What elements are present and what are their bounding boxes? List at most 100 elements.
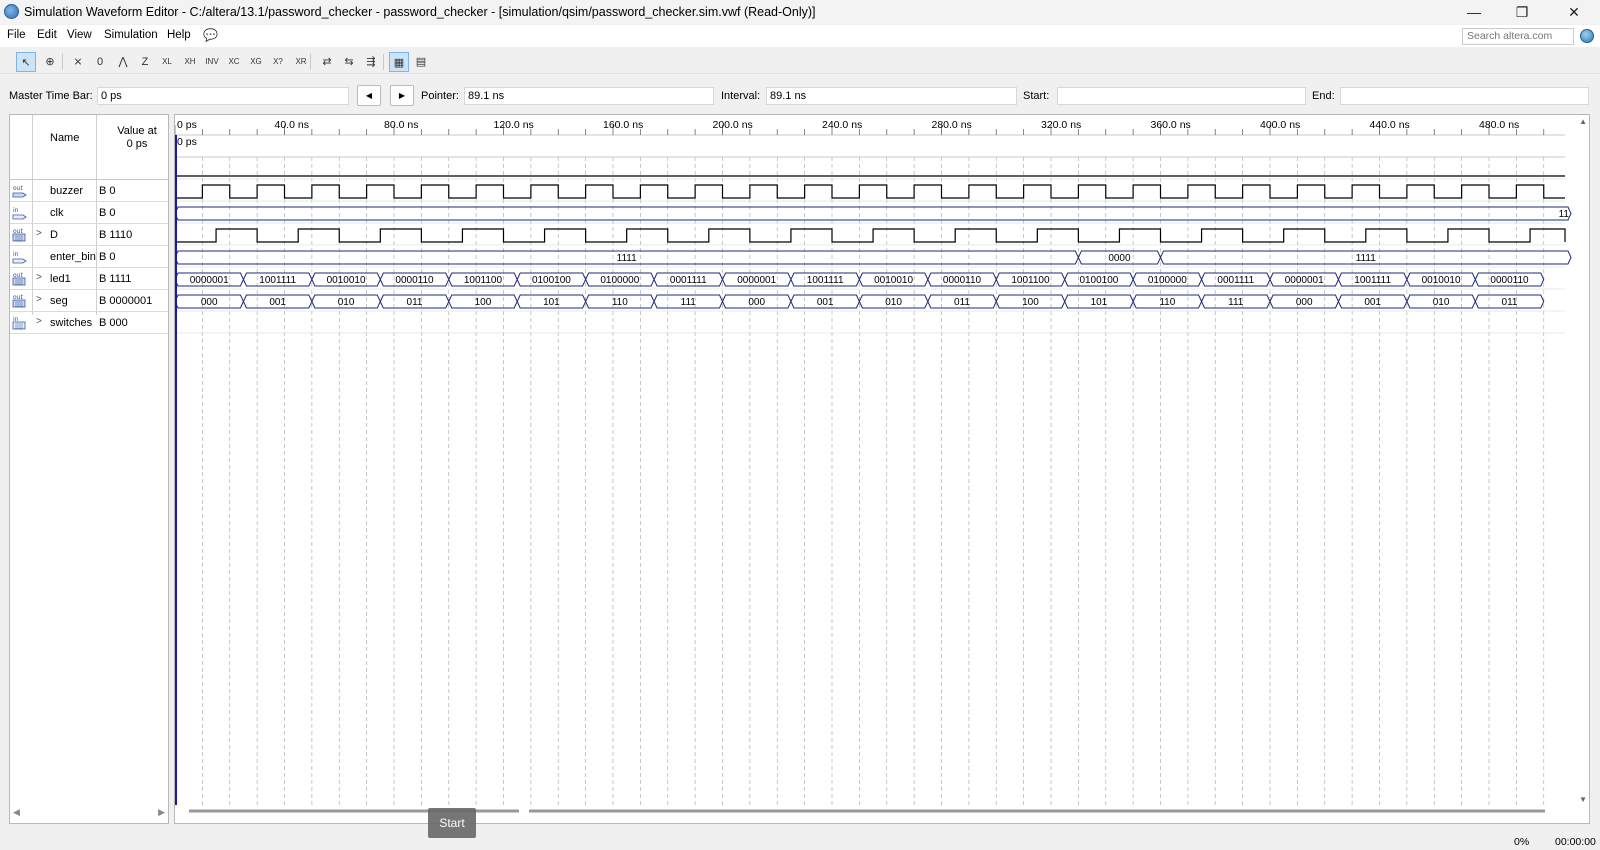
menu-file[interactable]: File — [7, 29, 26, 41]
waveform-panel[interactable]: 0 ps 40.0 ns 80.0 ns 120.0 ns 160.0 ns 200.0 … — [174, 114, 1590, 824]
signal-name: enter_bin — [50, 251, 96, 263]
seg-bus-value-label: 1001100 — [1011, 275, 1050, 286]
window-title: Simulation Waveform Editor - C:/altera/1… — [24, 5, 816, 19]
scroll-right-icon[interactable]: ▶ — [158, 807, 165, 818]
seg-bus-value-label: 0010010 — [327, 275, 366, 286]
signal-row-enter-bin[interactable]: in enter_bin B 0 — [10, 246, 168, 268]
signal-list-header: Name Value at 0 ps — [10, 115, 168, 180]
expand-chevron-icon[interactable]: > — [36, 272, 42, 283]
time-tick-label: 400.0 ns — [1260, 119, 1300, 131]
help-bubble-icon[interactable]: 💬 — [203, 28, 218, 42]
search-input[interactable]: Search altera.com — [1462, 28, 1574, 45]
value-header-line1: Value at — [117, 125, 157, 137]
clk-waveform — [175, 184, 1565, 199]
random-value-icon[interactable]: X? — [268, 52, 288, 72]
time-tick-label: 160.0 ns — [603, 119, 643, 131]
signal-row-switches[interactable]: in > switches B 000 — [10, 312, 168, 334]
group-icon[interactable]: ▤ — [411, 52, 431, 72]
toolbar-separator — [310, 54, 311, 70]
weak-high-icon[interactable]: XH — [180, 52, 200, 72]
restore-button[interactable]: ❐ — [1498, 0, 1546, 24]
signal-value: B 1110 — [99, 229, 133, 241]
weak-low-icon[interactable]: XL — [157, 52, 177, 72]
previous-transition-button[interactable]: ◀ — [357, 85, 381, 106]
invert-icon[interactable]: INV — [202, 52, 222, 72]
signal-value: B 0 — [99, 185, 116, 197]
expand-chevron-icon[interactable]: > — [36, 294, 42, 305]
master-time-bar-label: Master Time Bar: — [9, 90, 93, 102]
led1-bus-value-label: 1111 — [1356, 253, 1376, 264]
pointer-field: 89.1 ns — [464, 87, 714, 105]
enter-bin-waveform — [175, 228, 1566, 243]
start-label: Start: — [1023, 90, 1050, 102]
switches-bus-value-label: 110 — [612, 297, 628, 308]
signal-name: buzzer — [50, 185, 84, 197]
menu-edit[interactable]: Edit — [37, 29, 57, 41]
switches-bus-value-label: 001 — [269, 297, 286, 308]
seg-bus-value-label: 1001111 — [807, 275, 844, 286]
scroll-down-icon[interactable]: ▼ — [1579, 795, 1587, 804]
signal-row-clk[interactable]: in clk B 0 — [10, 202, 168, 224]
minimize-button[interactable]: — — [1450, 0, 1498, 24]
grid-icon[interactable]: ▦ — [389, 52, 409, 72]
toolbar-separator — [62, 54, 63, 70]
seg-bus-value-label: 0100100 — [1079, 275, 1118, 286]
waveform-canvas[interactable]: 0 ps 40.0 ns 80.0 ns 120.0 ns 160.0 ns 200.0 … — [175, 115, 1590, 824]
close-button[interactable]: ✕ — [1550, 0, 1598, 24]
time-bar: Master Time Bar: 0 ps ◀ ▶ Pointer: 89.1 … — [0, 84, 1600, 108]
seg-bus-value-label: 0000001 — [1285, 275, 1324, 286]
signal-value: B 0 — [99, 251, 116, 263]
switches-bus-value-label: 100 — [1022, 297, 1039, 308]
seg-bus-value-label: 0000110 — [943, 275, 982, 286]
signal-value: B 0 — [99, 207, 116, 219]
next-transition-button[interactable]: ▶ — [390, 85, 414, 106]
switches-bus-value-label: 011 — [407, 297, 423, 308]
scroll-left-icon[interactable]: ◀ — [13, 807, 20, 818]
input-pin-icon: in — [12, 249, 27, 264]
switches-bus-value-label: 010 — [338, 297, 355, 308]
signal-list-scrollbar[interactable]: ◀ ▶ — [10, 805, 168, 821]
seg-bus-value-label: 1001111 — [259, 275, 296, 286]
scroll-up-icon[interactable]: ▲ — [1579, 117, 1587, 126]
expand-chevron-icon[interactable]: > — [36, 316, 42, 327]
title-bar: Simulation Waveform Editor - C:/altera/1… — [0, 0, 1600, 24]
D-bus-value-label: 11 — [1559, 209, 1570, 220]
forcing-high-icon[interactable]: ⋀ — [113, 52, 133, 72]
signal-name: D — [50, 229, 58, 241]
signal-row-seg[interactable]: out > seg B 0000001 — [10, 290, 168, 312]
value-column-header[interactable]: Value at 0 ps — [107, 125, 167, 151]
sort-icon[interactable]: ⇶ — [361, 52, 381, 72]
clock-icon[interactable]: XG — [246, 52, 266, 72]
arbitrary-value-icon[interactable]: XR — [291, 52, 311, 72]
select-tool-icon[interactable]: ↖ — [16, 52, 36, 72]
seg-bus-value-label: 0001111 — [1217, 275, 1254, 286]
signal-row-buzzer[interactable]: out buzzer B 0 — [10, 180, 168, 202]
time-tick-label: 480.0 ns — [1479, 119, 1519, 131]
signal-row-led1[interactable]: out > led1 B 1111 — [10, 268, 168, 290]
menu-view[interactable]: View — [67, 29, 92, 41]
led1-bus-value-label: 0000 — [1108, 253, 1131, 264]
menu-simulation[interactable]: Simulation — [104, 29, 158, 41]
master-time-bar-field[interactable]: 0 ps — [97, 87, 349, 105]
signal-list-panel: Name Value at 0 ps out buzzer B 0 in clk B 0o… — [9, 114, 169, 824]
signal-row-D[interactable]: out > D B 1110 — [10, 224, 168, 246]
snap-to-grid-icon[interactable]: ⇆ — [339, 52, 359, 72]
forcing-low-icon[interactable]: 0 — [90, 52, 110, 72]
switches-bus-value-label: 010 — [1433, 297, 1450, 308]
overwrite-icon[interactable]: ⇄ — [317, 52, 337, 72]
switches-bus-value-label: 000 — [748, 297, 765, 308]
uninitialized-icon[interactable]: ⨯ — [68, 52, 88, 72]
high-impedance-icon[interactable]: Z — [135, 52, 155, 72]
globe-icon[interactable] — [1580, 29, 1594, 43]
name-column-header[interactable]: Name — [50, 132, 79, 144]
expand-chevron-icon[interactable]: > — [36, 228, 42, 239]
interval-field: 89.1 ns — [766, 87, 1017, 105]
signal-name: clk — [50, 207, 64, 219]
menu-help[interactable]: Help — [167, 29, 191, 41]
zoom-tool-icon[interactable]: ⊕ — [40, 52, 60, 72]
time-tick-label: 120.0 ns — [494, 119, 534, 131]
count-value-icon[interactable]: XC — [224, 52, 244, 72]
seg-bus-value-label: 1001111 — [1354, 275, 1391, 286]
elapsed-time: 00:00:00 — [1555, 836, 1596, 848]
switches-bus-value-label: 001 — [1364, 297, 1381, 308]
